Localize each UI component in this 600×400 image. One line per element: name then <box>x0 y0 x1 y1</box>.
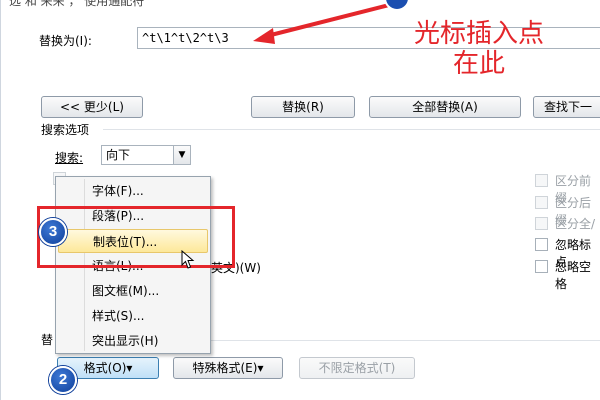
option-checkbox-3[interactable] <box>535 217 548 230</box>
option-checkbox-5[interactable] <box>535 260 548 273</box>
search-options-title: 搜索选项 <box>41 123 90 137</box>
no-format-button: 不限定格式(T) <box>299 357 415 379</box>
replace-all-button[interactable]: 全部替换(A) <box>369 96 521 118</box>
replace-section-label: 替 <box>41 333 54 347</box>
replace-section-divider <box>211 340 600 341</box>
less-button[interactable]: << 更少(L) <box>41 96 143 118</box>
special-format-button[interactable]: 特殊格式(E)▾ <box>173 357 283 379</box>
step-badge-2: 2 <box>49 366 77 394</box>
menu-item-font[interactable]: 字体(F)... <box>58 179 208 203</box>
find-next-button[interactable]: 查找下一 <box>533 96 600 118</box>
search-direction-value: 向下 <box>106 148 131 162</box>
search-direction-select[interactable]: 向下 ▼ <box>101 145 191 165</box>
find-replace-dialog: 选 和 来来 ， 使用通配符 替换为(I): ^t\1^t\2^t\3 光标插入… <box>0 0 600 400</box>
menu-item-style[interactable]: 样式(S)... <box>58 304 208 328</box>
search-options-divider <box>103 129 600 130</box>
menu-item-frame[interactable]: 图文框(M)... <box>58 279 208 303</box>
option-label-5: 忽略空格 <box>555 260 592 291</box>
option-checkbox-4[interactable] <box>535 238 548 251</box>
callout-line1: 光标插入点 <box>413 19 544 49</box>
option-label-3: 区分全/ <box>555 217 596 231</box>
step-badge-3: 3 <box>39 218 67 246</box>
annotation-highlight-box <box>37 206 235 268</box>
option-checkbox-2[interactable] <box>535 196 548 209</box>
menu-item-highlight[interactable]: 突出显示(H) <box>58 329 208 353</box>
search-direction-label: 搜索: <box>55 151 84 165</box>
mouse-cursor-icon <box>181 250 195 269</box>
replace-button[interactable]: 替换(R) <box>251 96 355 118</box>
callout-line2: 在此 <box>452 49 505 79</box>
chevron-down-icon[interactable]: ▼ <box>173 146 190 164</box>
option-checkbox-1[interactable] <box>535 174 548 187</box>
